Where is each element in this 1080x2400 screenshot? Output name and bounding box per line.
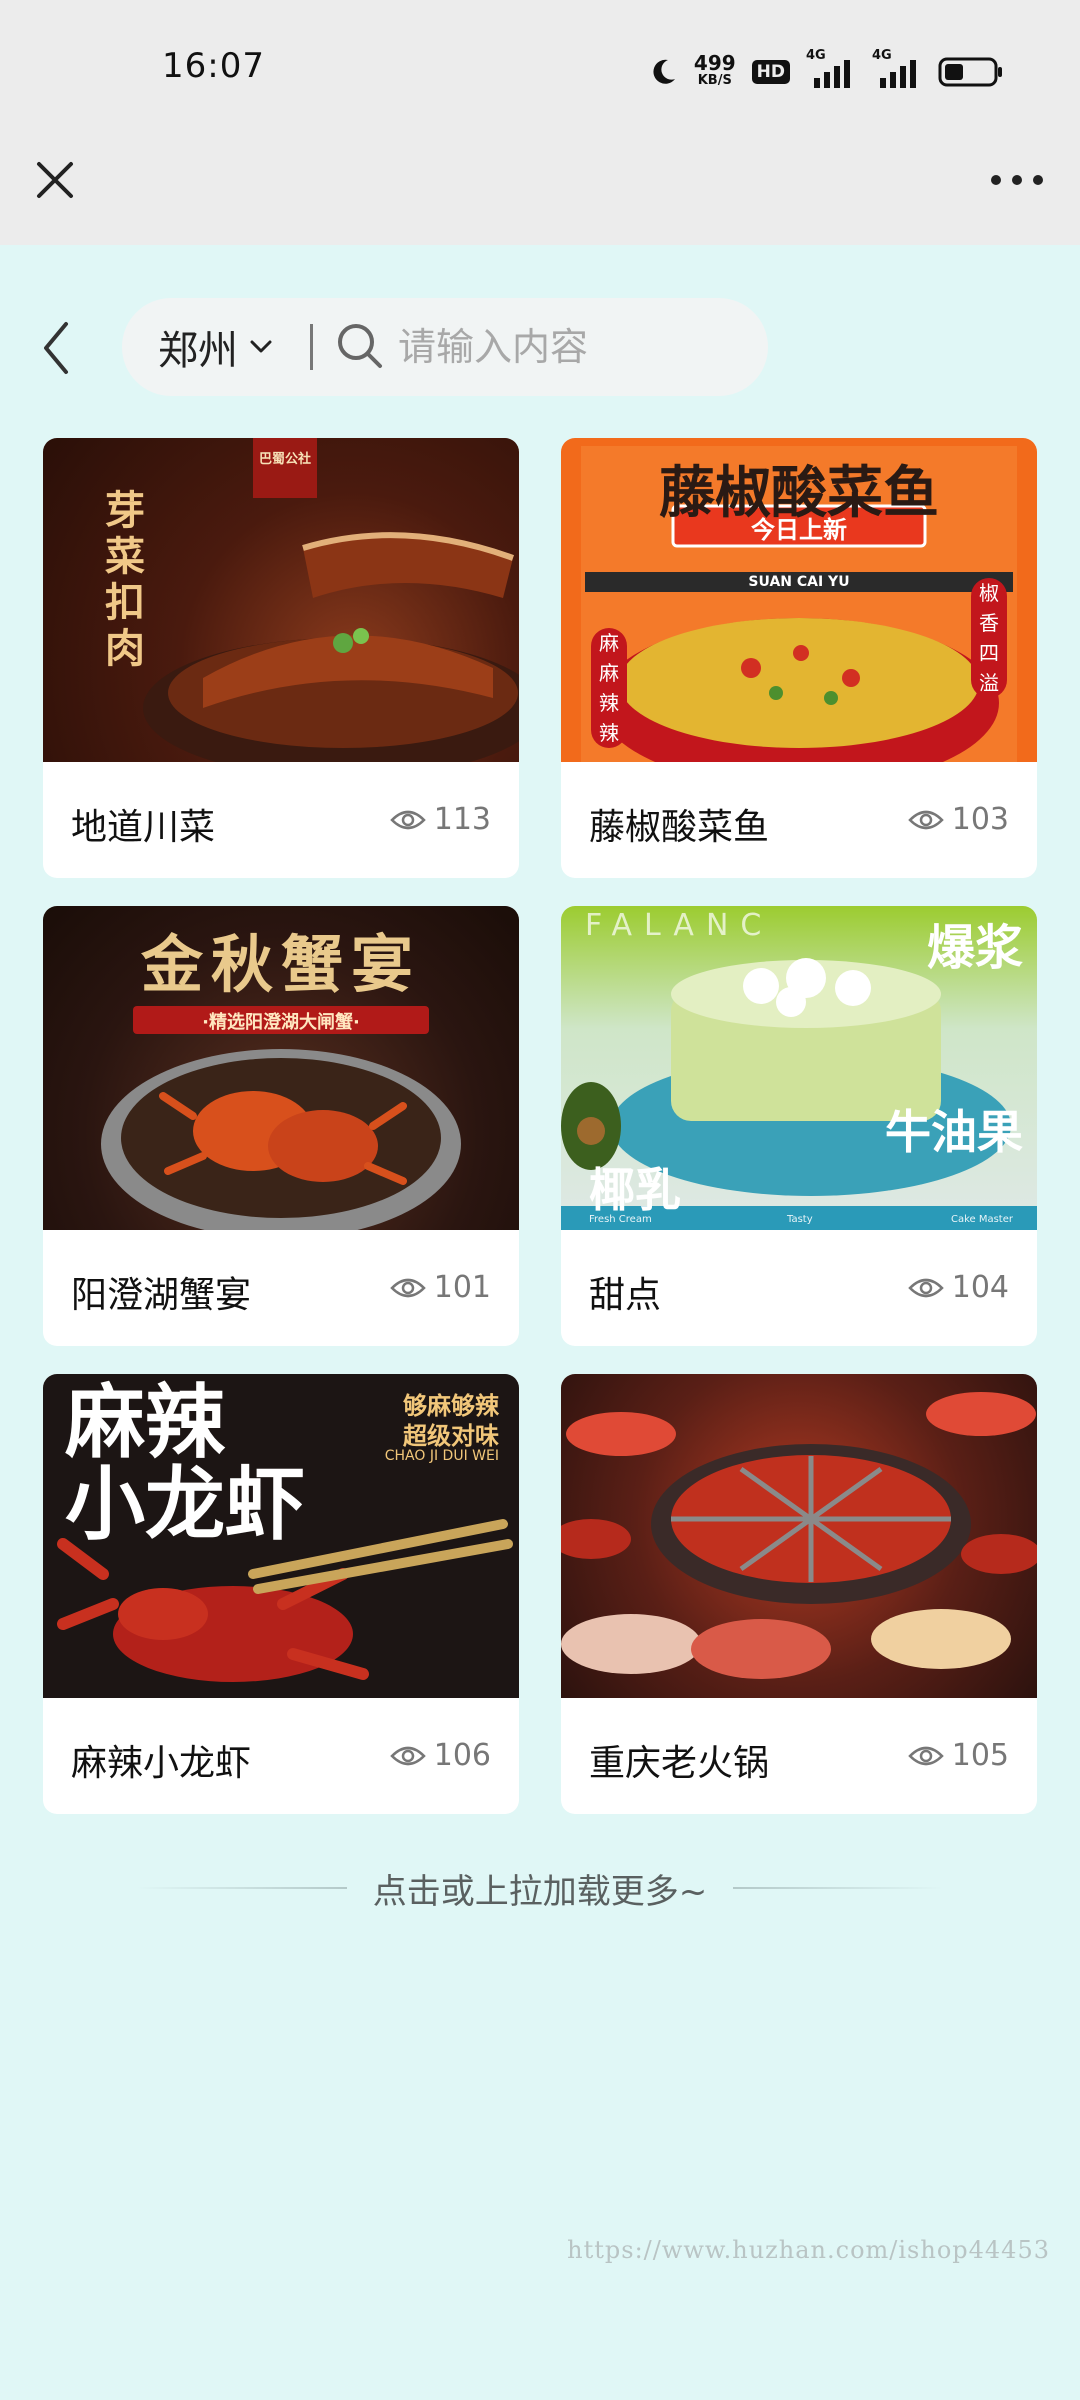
view-count: 113 [389,802,491,837]
eye-icon [907,1746,944,1765]
eye-icon [389,1746,426,1765]
status-bar: 16:07 499 KB/S HD 4G 4G [0,0,1080,145]
dish-card-footer: 甜点 104 [561,1230,1037,1346]
close-icon [37,162,73,198]
back-button[interactable] [36,318,76,378]
poster-right-tag: 椒香四溢 [971,578,1007,698]
view-count-value: 104 [951,1270,1009,1305]
signal-icon [814,60,850,88]
network-speed: 499 KB/S [693,51,736,90]
eye-icon [907,810,944,829]
dish-image: FALANC 爆浆 椰乳 牛油果 Fresh Cream Tasty Cake … [561,906,1037,1230]
view-count-value: 113 [433,802,491,837]
search-bar: 郑州 [122,298,768,396]
poster-foot-mid: Tasty [787,1214,813,1225]
view-count: 103 [907,802,1009,837]
dish-image [561,1374,1037,1698]
poster-title: 金秋蟹宴 [140,928,421,1001]
battery-icon [938,57,1002,87]
dish-card-footer: 地道川菜 113 [43,762,519,878]
dish-image: 金秋蟹宴 ·精选阳澄湖大闸蟹· [43,906,519,1230]
load-more-divider-right [733,1887,944,1889]
view-count-value: 106 [433,1738,491,1773]
status-icons: 499 KB/S HD 4G 4G [648,48,1004,94]
view-count-value: 101 [433,1270,491,1305]
poster-title: 爆浆 [926,920,1023,976]
view-count: 104 [907,1270,1009,1305]
city-selector[interactable]: 郑州 [158,298,272,396]
poster-brand: FALANC [585,908,774,943]
city-name: 郑州 [158,328,238,374]
dish-title: 麻辣小龙虾 [71,1743,252,1784]
dish-grid: 巴蜀公社 芽菜扣肉 地道川菜 113 藤椒酸菜鱼 今日上新 SUAN CAI Y… [43,438,1037,1814]
poster-side-3: CHAO JI DUI WEI [384,1448,499,1464]
view-count: 106 [389,1738,491,1773]
dish-title: 地道川菜 [71,807,216,848]
sim2-signal: 4G [872,48,922,90]
poster-foot-right: Cake Master [950,1214,1013,1225]
dish-card-footer: 阳澄湖蟹宴 101 [43,1230,519,1346]
dish-image: 藤椒酸菜鱼 今日上新 SUAN CAI YU 麻麻辣辣 椒香四溢 [561,438,1037,762]
dish-card[interactable]: 麻辣 小龙虾 够麻够辣 超级对味 CHAO JI DUI WEI 麻辣小龙虾 1… [43,1374,519,1814]
dish-card[interactable]: 巴蜀公社 芽菜扣肉 地道川菜 113 [43,438,519,878]
eye-icon [389,1278,426,1297]
dish-card-footer: 藤椒酸菜鱼 103 [561,762,1037,878]
more-options-button[interactable] [984,155,1050,205]
dish-title: 藤椒酸菜鱼 [589,807,770,848]
dish-card[interactable]: 藤椒酸菜鱼 今日上新 SUAN CAI YU 麻麻辣辣 椒香四溢 藤椒酸菜鱼 1… [561,438,1037,878]
sim1-signal: 4G [806,48,856,90]
hotpot-illustration [561,1392,1037,1679]
poster-subtitle: 今日上新 [751,516,847,544]
network-speed-value: 499 [693,51,736,75]
dish-image: 麻辣 小龙虾 够麻够辣 超级对味 CHAO JI DUI WEI [43,1374,519,1698]
title-bar [0,145,1080,245]
load-more-button[interactable]: 点击或上拉加载更多~ [0,1858,1080,1918]
moon-icon [653,59,675,84]
dish-card-footer: 重庆老火锅 105 [561,1698,1037,1814]
eye-icon [389,810,426,829]
dish-title: 甜点 [589,1275,662,1316]
dish-card[interactable]: FALANC 爆浆 椰乳 牛油果 Fresh Cream Tasty Cake … [561,906,1037,1346]
poster-subtitle: ·精选阳澄湖大闸蟹· [202,1012,360,1033]
search-input[interactable] [398,320,738,374]
view-count: 105 [907,1738,1009,1773]
dish-title: 重庆老火锅 [589,1743,770,1784]
poster-subtitle: 椰乳 [589,1163,681,1217]
hd-badge: HD [751,60,790,84]
search-icon [338,324,382,368]
poster-subtitle-2: 牛油果 [885,1105,1023,1159]
load-more-label: 点击或上拉加载更多~ [372,1871,708,1912]
poster-foot-left: Fresh Cream [589,1214,652,1225]
poster-left-tag: 麻麻辣辣 [591,628,627,748]
dish-image: 巴蜀公社 芽菜扣肉 [43,438,519,762]
view-count-value: 105 [951,1738,1009,1773]
close-button[interactable] [30,155,80,205]
status-time: 16:07 [162,46,265,86]
chevron-left-icon [44,322,68,374]
signal-icon [880,60,916,88]
chevron-down-icon [250,340,272,353]
poster-ribbon: SUAN CAI YU [748,574,850,590]
dish-card[interactable]: 金秋蟹宴 ·精选阳澄湖大闸蟹· 阳澄湖蟹宴 101 [43,906,519,1346]
search-divider [310,324,313,370]
poster-side-2: 超级对味 [403,1422,499,1450]
view-count: 101 [389,1270,491,1305]
eye-icon [907,1278,944,1297]
poster-subtitle: 小龙虾 [65,1458,305,1551]
poster-title: 麻辣 [65,1376,225,1469]
watermark: https://www.huzhan.com/ishop44453 [567,2236,1050,2264]
dish-card[interactable]: 重庆老火锅 105 [561,1374,1037,1814]
more-dots-icon [991,175,1043,185]
network-speed-unit: KB/S [697,73,732,88]
dish-title: 阳澄湖蟹宴 [71,1275,252,1316]
poster-title: 芽菜扣肉 [105,487,145,672]
view-count-value: 103 [951,802,1009,837]
load-more-divider-left [136,1887,347,1889]
dish-card-footer: 麻辣小龙虾 106 [43,1698,519,1814]
poster-tag: 巴蜀公社 [258,452,311,467]
